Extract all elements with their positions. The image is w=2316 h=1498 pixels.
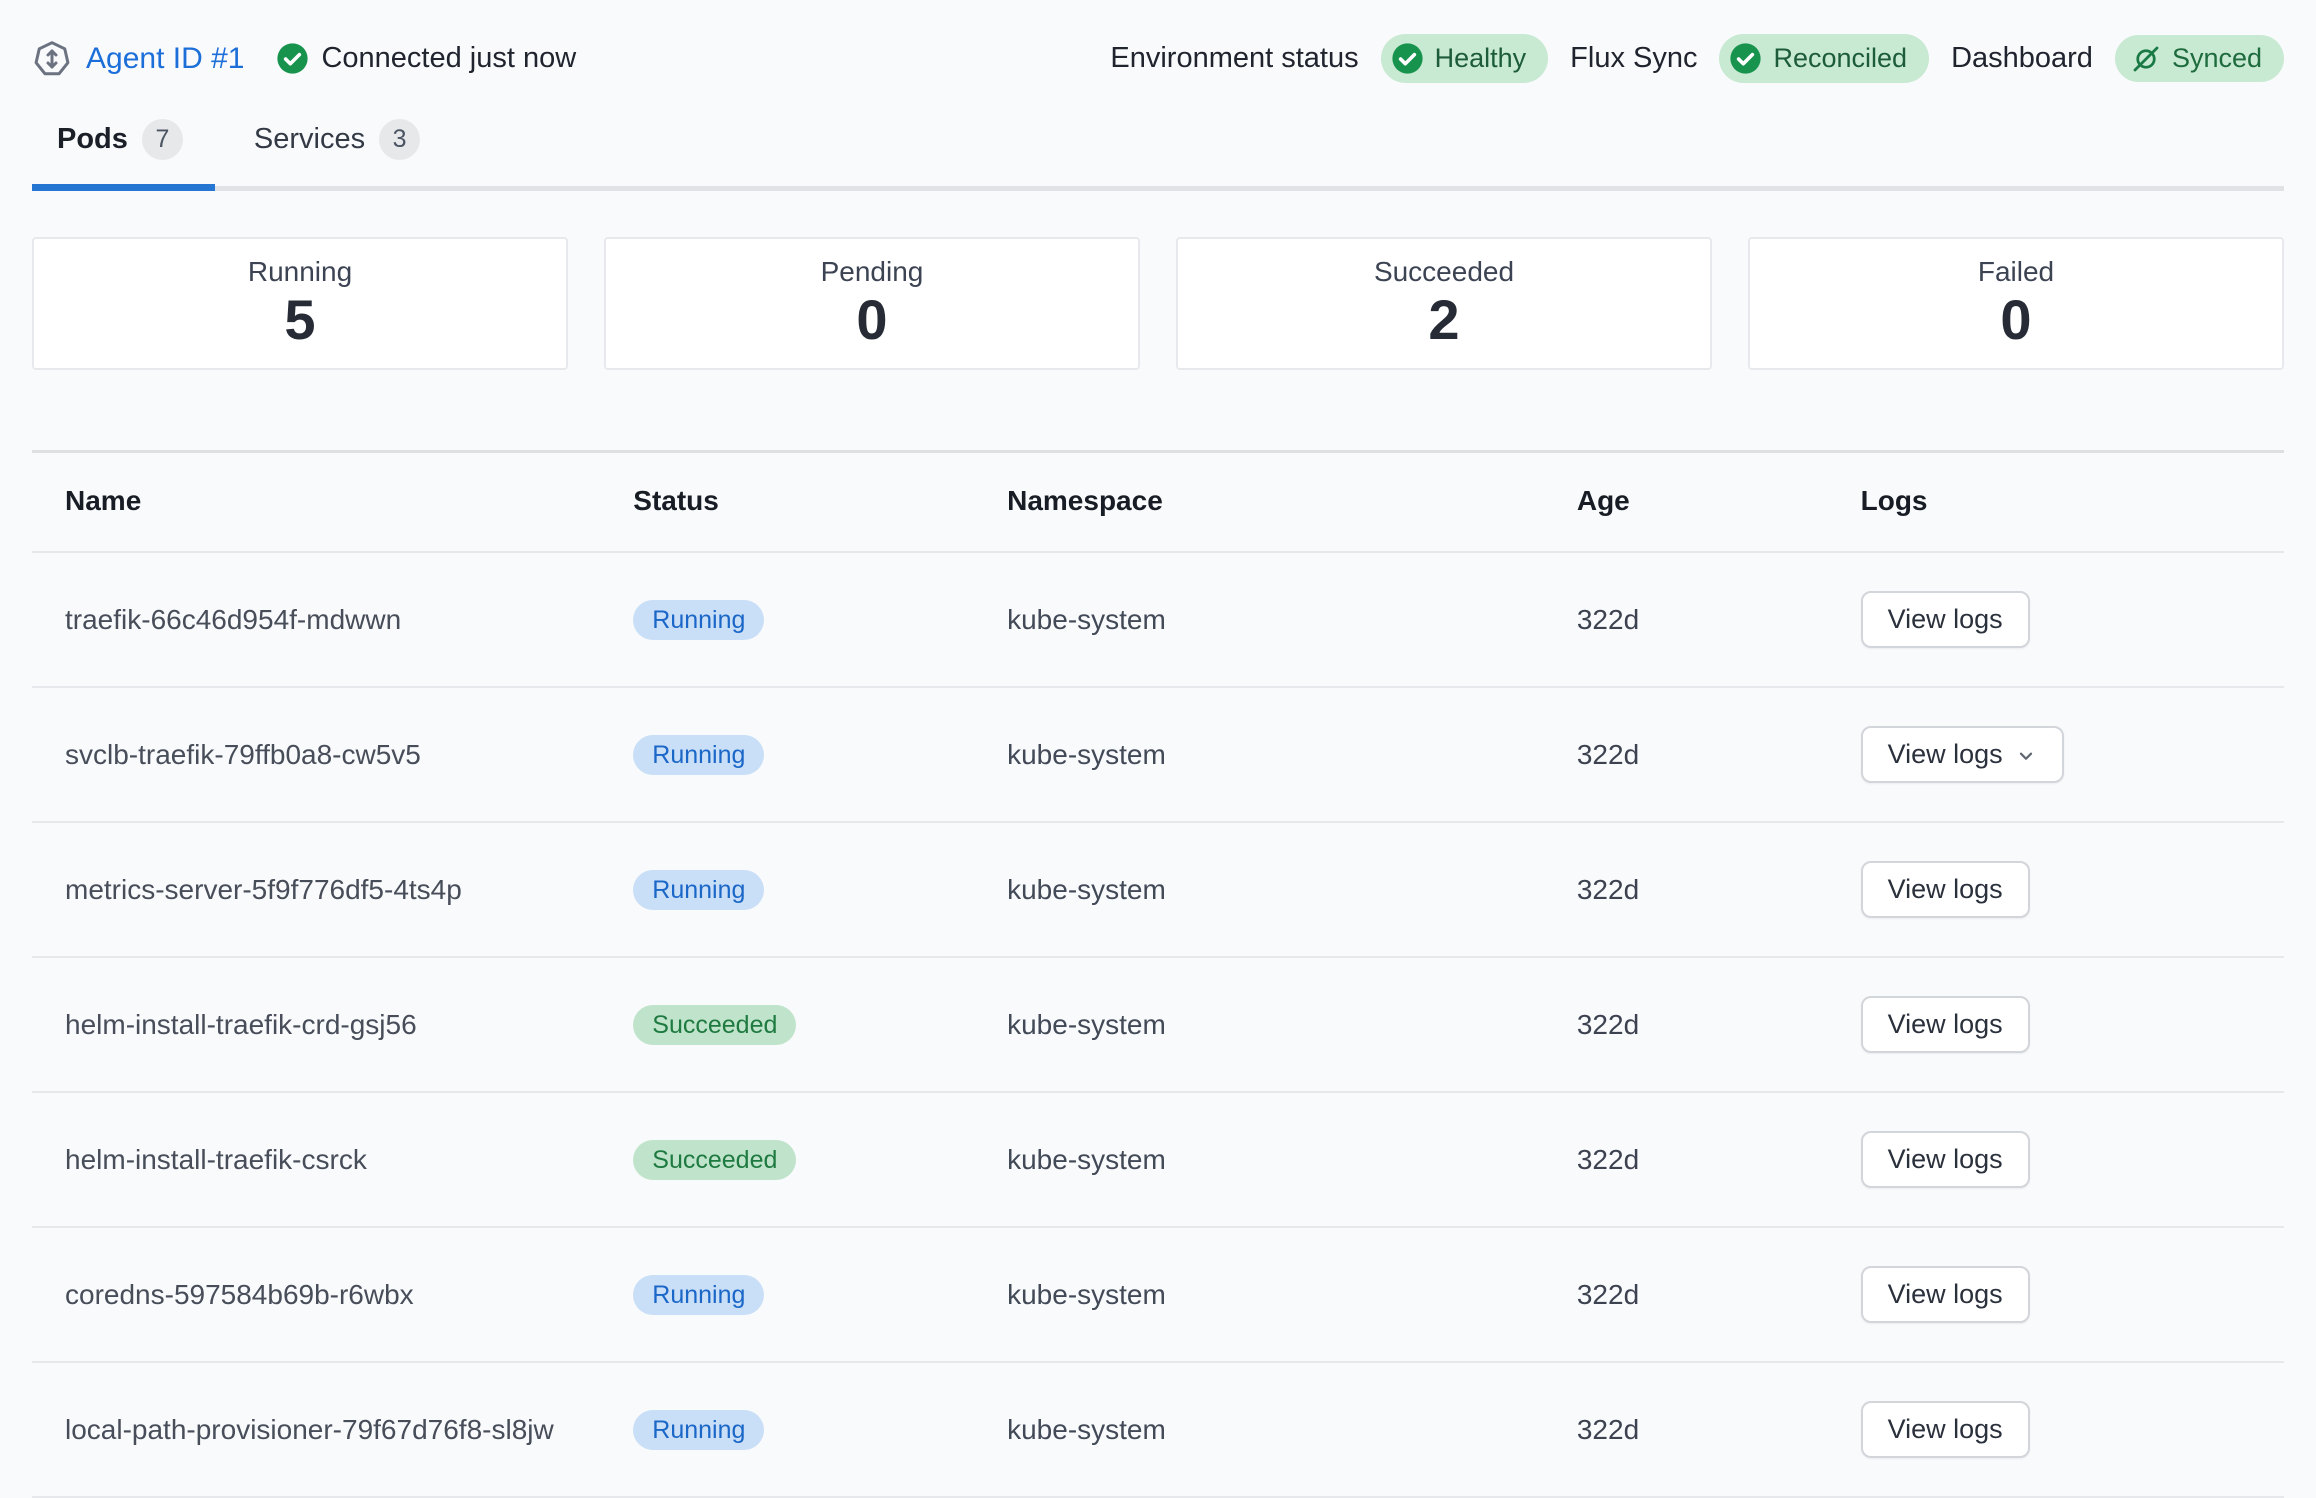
pod-name: svclb-traefik-79ffb0a8-cw5v5 (32, 687, 633, 822)
view-logs-label: View logs (1888, 604, 2003, 635)
view-logs-label: View logs (1888, 739, 2003, 770)
status-badge: Running (633, 870, 764, 910)
tab-services-label: Services (254, 123, 365, 156)
pod-namespace: kube-system (1007, 957, 1577, 1092)
stat-label: Failed (1978, 256, 2054, 288)
view-logs-button[interactable]: View logs (1861, 861, 2030, 918)
pod-name: helm-install-traefik-csrck (32, 1092, 633, 1227)
stat-value: 0 (856, 290, 887, 350)
view-logs-button[interactable]: View logs (1861, 996, 2030, 1053)
reconciled-badge-text: Reconciled (1773, 43, 1907, 74)
connection-status: Connected just now (276, 42, 576, 75)
synced-badge: Synced (2115, 35, 2284, 82)
stat-card-succeeded: Succeeded 2 (1176, 237, 1712, 370)
check-circle-icon (1729, 42, 1762, 75)
check-circle-icon (276, 42, 309, 75)
tab-services-count: 3 (379, 119, 420, 160)
pod-namespace: kube-system (1007, 1362, 1577, 1497)
pod-age: 322d (1577, 552, 1861, 687)
pod-namespace: kube-system (1007, 822, 1577, 957)
view-logs-label: View logs (1888, 1009, 2003, 1040)
agent-id-link[interactable]: Agent ID #1 (86, 42, 244, 76)
view-logs-label: View logs (1888, 1144, 2003, 1175)
flux-sync-label: Flux Sync (1570, 42, 1697, 75)
status-badge: Running (633, 1275, 764, 1315)
pod-age: 322d (1577, 822, 1861, 957)
tab-pods[interactable]: Pods 7 (32, 119, 215, 186)
synced-badge-text: Synced (2172, 43, 2262, 74)
tab-bar: Pods 7 Services 3 (32, 119, 2284, 191)
pod-name: coredns-597584b69b-r6wbx (32, 1227, 633, 1362)
healthy-badge-text: Healthy (1435, 43, 1527, 74)
agent-info: Agent ID #1 Connected just now (32, 39, 576, 79)
pod-namespace: kube-system (1007, 1227, 1577, 1362)
pod-name: local-path-provisioner-79f67d76f8-sl8jw (32, 1362, 633, 1497)
view-logs-button[interactable]: View logs (1861, 1401, 2030, 1458)
status-badge: Succeeded (633, 1005, 796, 1045)
table-row: traefik-66c46d954f-mdwwn Running kube-sy… (32, 552, 2284, 687)
stat-label: Pending (821, 256, 924, 288)
tab-pods-label: Pods (57, 123, 128, 156)
dashboard-label: Dashboard (1951, 42, 2093, 75)
pod-age: 322d (1577, 957, 1861, 1092)
view-logs-label: View logs (1888, 1279, 2003, 1310)
stat-label: Running (248, 256, 352, 288)
pod-age: 322d (1577, 1227, 1861, 1362)
healthy-badge: Healthy (1381, 34, 1549, 83)
stat-value: 0 (2000, 290, 2031, 350)
view-logs-button[interactable]: View logs (1861, 1266, 2030, 1323)
pod-name: helm-install-traefik-crd-gsj56 (32, 957, 633, 1092)
column-header-age: Age (1577, 452, 1861, 553)
view-logs-button[interactable]: View logs (1861, 591, 2030, 648)
pod-name: traefik-66c46d954f-mdwwn (32, 552, 633, 687)
pod-age: 322d (1577, 1362, 1861, 1497)
table-row: svclb-traefik-79ffb0a8-cw5v5 Running kub… (32, 687, 2284, 822)
sync-icon (2131, 44, 2161, 74)
status-badge: Running (633, 600, 764, 640)
connection-status-text: Connected just now (321, 42, 576, 75)
top-bar: Agent ID #1 Connected just now Environme… (32, 0, 2284, 83)
pod-namespace: kube-system (1007, 552, 1577, 687)
tab-pods-count: 7 (142, 119, 183, 160)
stat-card-pending: Pending 0 (604, 237, 1140, 370)
table-row: local-path-provisioner-79f67d76f8-sl8jw … (32, 1362, 2284, 1497)
status-badge: Succeeded (633, 1140, 796, 1180)
view-logs-button[interactable]: View logs (1861, 1131, 2030, 1188)
environment-status-label: Environment status (1110, 42, 1358, 75)
stat-value: 2 (1428, 290, 1459, 350)
pod-namespace: kube-system (1007, 1092, 1577, 1227)
stat-card-running: Running 5 (32, 237, 568, 370)
column-header-status: Status (633, 452, 1007, 553)
table-header-row: Name Status Namespace Age Logs (32, 452, 2284, 553)
status-badge: Running (633, 1410, 764, 1450)
dashboard-page: Agent ID #1 Connected just now Environme… (0, 0, 2316, 1498)
pod-age: 322d (1577, 687, 1861, 822)
pod-namespace: kube-system (1007, 687, 1577, 822)
stat-value: 5 (284, 290, 315, 350)
chevron-down-icon (2015, 745, 2037, 767)
stat-card-failed: Failed 0 (1748, 237, 2284, 370)
table-row: coredns-597584b69b-r6wbx Running kube-sy… (32, 1227, 2284, 1362)
column-header-namespace: Namespace (1007, 452, 1577, 553)
table-row: metrics-server-5f9f776df5-4ts4p Running … (32, 822, 2284, 957)
tab-services[interactable]: Services 3 (229, 119, 452, 186)
view-logs-label: View logs (1888, 874, 2003, 905)
column-header-logs: Logs (1861, 452, 2284, 553)
table-row: helm-install-traefik-crd-gsj56 Succeeded… (32, 957, 2284, 1092)
check-circle-icon (1391, 42, 1424, 75)
status-badge: Running (633, 735, 764, 775)
reconciled-badge: Reconciled (1719, 34, 1929, 83)
view-logs-label: View logs (1888, 1414, 2003, 1445)
pod-stats: Running 5 Pending 0 Succeeded 2 Failed 0 (32, 237, 2284, 370)
pod-age: 322d (1577, 1092, 1861, 1227)
table-row: helm-install-traefik-csrck Succeeded kub… (32, 1092, 2284, 1227)
pods-table: Name Status Namespace Age Logs traefik-6… (32, 450, 2284, 1498)
agent-shield-arrows-icon (32, 39, 72, 79)
pod-name: metrics-server-5f9f776df5-4ts4p (32, 822, 633, 957)
view-logs-button[interactable]: View logs (1861, 726, 2064, 783)
column-header-name: Name (32, 452, 633, 553)
environment-statuses: Environment status Healthy Flux Sync Rec… (1110, 34, 2284, 83)
stat-label: Succeeded (1374, 256, 1514, 288)
